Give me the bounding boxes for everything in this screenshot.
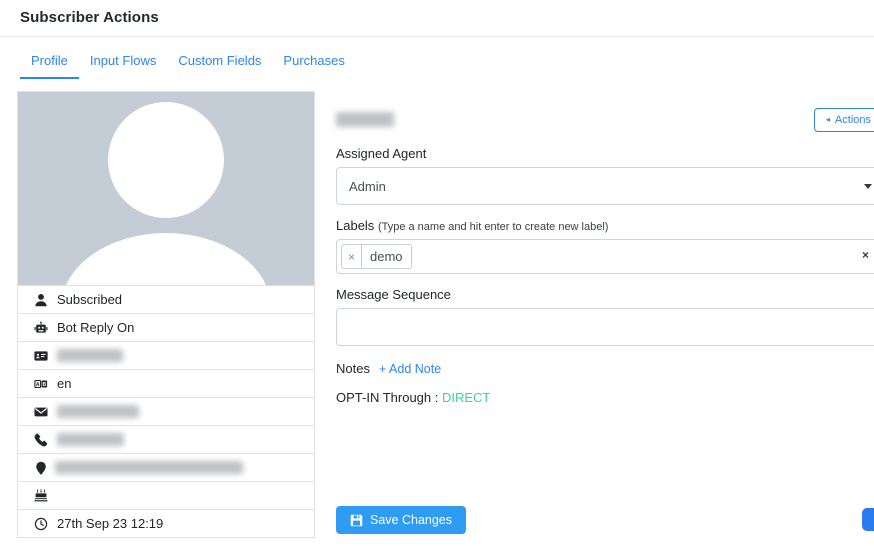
language-value: en bbox=[57, 376, 71, 391]
chat-widget-button[interactable] bbox=[862, 508, 874, 531]
language-icon: AB bbox=[33, 377, 48, 391]
profile-form: ◂ Actions Assigned Agent Admin Labels (T… bbox=[336, 91, 874, 534]
remove-label-icon[interactable]: × bbox=[342, 245, 362, 268]
labels-input[interactable]: × demo × bbox=[336, 239, 874, 274]
subscriber-id-redacted bbox=[57, 349, 123, 362]
page-title: Subscriber Actions bbox=[20, 9, 854, 26]
actions-button[interactable]: ◂ Actions bbox=[814, 108, 874, 132]
subscriber-id-row bbox=[18, 341, 314, 369]
location-redacted bbox=[55, 461, 243, 474]
labels-hint: (Type a name and hit enter to create new… bbox=[378, 221, 609, 233]
assigned-agent-label: Assigned Agent bbox=[336, 146, 874, 161]
optin-value: DIRECT bbox=[442, 390, 490, 405]
robot-icon bbox=[33, 321, 48, 335]
notes-label: Notes bbox=[336, 361, 370, 376]
envelope-icon bbox=[33, 405, 48, 419]
caret-left-icon: ◂ bbox=[826, 116, 830, 124]
phone-row bbox=[18, 425, 314, 453]
tab-input-flows[interactable]: Input Flows bbox=[79, 46, 167, 79]
subscription-status-row: Subscribed bbox=[18, 285, 314, 313]
birthday-cake-icon bbox=[33, 489, 48, 503]
svg-text:A: A bbox=[35, 381, 39, 387]
notes-row: Notes + Add Note bbox=[336, 361, 874, 376]
email-redacted bbox=[57, 405, 139, 418]
bot-reply-row: Bot Reply On bbox=[18, 313, 314, 341]
message-sequence-label: Message Sequence bbox=[336, 287, 874, 302]
actions-button-label: Actions bbox=[835, 114, 871, 126]
chevron-down-icon bbox=[864, 184, 872, 189]
location-row bbox=[18, 453, 314, 481]
optin-label: OPT-IN Through : bbox=[336, 390, 442, 405]
subscribed-date: 27th Sep 23 12:19 bbox=[57, 516, 163, 531]
email-row bbox=[18, 397, 314, 425]
tab-custom-fields[interactable]: Custom Fields bbox=[167, 46, 272, 79]
subscriber-summary-card: Subscribed Bot Reply On AB en bbox=[17, 91, 315, 538]
message-sequence-input[interactable] bbox=[336, 308, 874, 346]
phone-icon bbox=[33, 433, 48, 447]
avatar-shoulders-shape bbox=[61, 233, 271, 285]
tab-profile[interactable]: Profile bbox=[20, 46, 79, 79]
assigned-agent-select[interactable]: Admin bbox=[336, 167, 874, 205]
save-icon bbox=[350, 514, 363, 527]
avatar bbox=[18, 92, 314, 285]
label-chip: × demo bbox=[341, 244, 412, 269]
assigned-agent-value: Admin bbox=[349, 179, 386, 194]
add-note-link[interactable]: + Add Note bbox=[379, 362, 441, 376]
svg-text:B: B bbox=[42, 381, 46, 387]
tab-purchases[interactable]: Purchases bbox=[272, 46, 355, 79]
optin-row: OPT-IN Through : DIRECT bbox=[336, 390, 874, 405]
save-changes-button[interactable]: Save Changes bbox=[336, 506, 466, 534]
avatar-head-shape bbox=[108, 102, 224, 218]
id-card-icon bbox=[33, 349, 48, 363]
content-area: Subscribed Bot Reply On AB en bbox=[0, 79, 874, 538]
tab-bar: Profile Input Flows Custom Fields Purcha… bbox=[0, 46, 874, 79]
subscriber-name-redacted bbox=[336, 112, 394, 127]
labels-label: Labels (Type a name and hit enter to cre… bbox=[336, 218, 874, 233]
user-icon bbox=[33, 293, 48, 307]
location-icon bbox=[33, 461, 48, 475]
language-row: AB en bbox=[18, 369, 314, 397]
clear-labels-icon[interactable]: × bbox=[862, 249, 869, 261]
label-chip-text: demo bbox=[362, 245, 411, 268]
save-changes-label: Save Changes bbox=[370, 513, 452, 527]
subscribed-date-row: 27th Sep 23 12:19 bbox=[18, 509, 314, 537]
birthday-row bbox=[18, 481, 314, 509]
clock-icon bbox=[33, 517, 48, 531]
form-top-row: ◂ Actions bbox=[336, 106, 874, 133]
subscription-status: Subscribed bbox=[57, 292, 122, 307]
modal-header: Subscriber Actions bbox=[0, 0, 874, 37]
bot-reply-status: Bot Reply On bbox=[57, 320, 134, 335]
phone-redacted bbox=[57, 433, 124, 446]
subscriber-actions-page: Subscriber Actions Profile Input Flows C… bbox=[0, 0, 874, 546]
